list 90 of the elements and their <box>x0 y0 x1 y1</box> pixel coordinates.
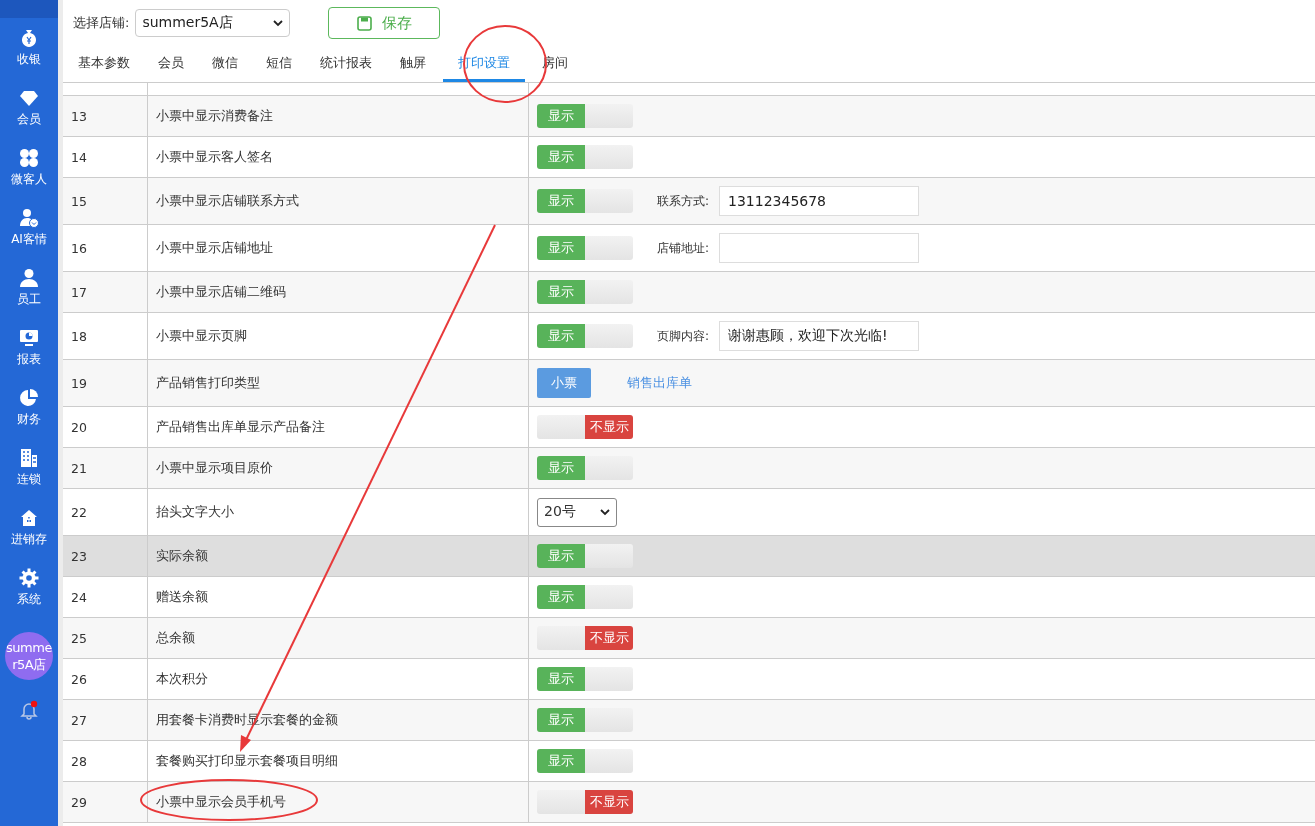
setting-name: 小票中显示店铺二维码 <box>148 272 529 312</box>
chevron-down-icon <box>600 508 610 516</box>
input-field[interactable]: 谢谢惠顾，欢迎下次光临! <box>719 321 920 351</box>
person-heart-icon <box>19 208 39 228</box>
toggle-switch[interactable]: 显示 <box>537 236 633 260</box>
setting-name: 小票中显示项目原价 <box>148 448 529 488</box>
sidebar-item[interactable]: 报表 <box>0 318 58 378</box>
setting-name: 小票中显示会员手机号 <box>148 782 529 822</box>
field-label: 联系方式: <box>657 192 710 210</box>
setting-name: 抬头文字大小 <box>148 489 529 535</box>
row-number: 13 <box>63 96 148 136</box>
setting-name: 产品销售打印类型 <box>148 360 529 406</box>
toggle-switch[interactable]: 显示 <box>537 544 633 568</box>
row-number: 18 <box>63 313 148 359</box>
four-circles-icon <box>19 148 39 168</box>
diamond-icon <box>19 88 39 108</box>
row-number: 21 <box>63 448 148 488</box>
setting-name: 产品销售出库单显示产品备注 <box>148 407 529 447</box>
toggle-switch[interactable]: 显示 <box>537 189 633 213</box>
row-number: 22 <box>63 489 148 535</box>
money-bag-icon <box>19 28 39 48</box>
sidebar-item[interactable]: 微客人 <box>0 138 58 198</box>
row-number: 25 <box>63 618 148 658</box>
sidebar-item[interactable]: 连锁 <box>0 438 58 498</box>
field-label: 页脚内容: <box>657 327 710 345</box>
row-number: 16 <box>63 225 148 271</box>
row-number: 19 <box>63 360 148 406</box>
row-number: 26 <box>63 659 148 699</box>
settings-tab[interactable]: 统计报表 <box>309 46 383 82</box>
save-button[interactable]: 保存 <box>328 7 441 39</box>
row-number: 27 <box>63 700 148 740</box>
settings-tab[interactable]: 会员 <box>147 46 195 82</box>
toggle-switch[interactable]: 显示 <box>537 145 633 169</box>
input-field[interactable] <box>719 233 920 263</box>
row-number: 14 <box>63 137 148 177</box>
setting-name: 小票中显示店铺地址 <box>148 225 529 271</box>
chevron-down-icon <box>273 19 284 27</box>
toggle-switch[interactable]: 显示 <box>537 585 633 609</box>
option-button[interactable]: 小票 <box>537 368 591 398</box>
sidebar-item[interactable]: 进销存 <box>0 498 58 558</box>
toggle-switch[interactable]: 显示 <box>537 104 633 128</box>
row-number: 28 <box>63 741 148 781</box>
pie-chart-icon <box>19 388 39 408</box>
field-label: 店铺地址: <box>657 239 710 257</box>
row-number: 20 <box>63 407 148 447</box>
monitor-chart-icon <box>19 328 39 348</box>
sidebar-item[interactable]: 会员 <box>0 78 58 138</box>
settings-tab[interactable]: 微信 <box>201 46 249 82</box>
row-number: 15 <box>63 178 148 224</box>
row-number: 24 <box>63 577 148 617</box>
setting-name: 总余额 <box>148 618 529 658</box>
house-icon <box>19 508 39 528</box>
sidebar-item[interactable]: 财务 <box>0 378 58 438</box>
bell-icon[interactable] <box>19 700 39 720</box>
toggle-switch[interactable]: 不显示 <box>537 790 633 814</box>
settings-tab[interactable]: 触屏 <box>389 46 437 82</box>
setting-name: 小票中显示页脚 <box>148 313 529 359</box>
setting-name: 实际余额 <box>148 536 529 576</box>
setting-name: 赠送余额 <box>148 577 529 617</box>
toggle-switch[interactable]: 显示 <box>537 749 633 773</box>
toggle-switch[interactable]: 不显示 <box>537 415 633 439</box>
sidebar-item[interactable]: 收银 <box>0 18 58 78</box>
toggle-switch[interactable]: 显示 <box>537 667 633 691</box>
store-label: 选择店铺: <box>73 14 130 32</box>
option-button[interactable]: 销售出库单 <box>615 368 704 398</box>
setting-name: 小票中显示店铺联系方式 <box>148 178 529 224</box>
settings-tab[interactable]: 基本参数 <box>67 46 141 82</box>
sidebar-header <box>0 0 58 18</box>
sidebar-item[interactable]: 员工 <box>0 258 58 318</box>
toggle-switch[interactable]: 显示 <box>537 280 633 304</box>
toggle-switch[interactable]: 不显示 <box>537 626 633 650</box>
store-avatar[interactable]: summer5A店 <box>5 632 53 680</box>
settings-icon <box>19 568 39 588</box>
sidebar-item[interactable]: 系统 <box>0 558 58 618</box>
row-number: 23 <box>63 536 148 576</box>
person-icon <box>19 268 39 288</box>
building-icon <box>19 448 39 468</box>
setting-name: 小票中显示客人签名 <box>148 137 529 177</box>
toggle-switch[interactable]: 显示 <box>537 456 633 480</box>
size-dropdown[interactable]: 20号 <box>537 497 617 527</box>
store-dropdown[interactable]: summer5A店 <box>135 9 291 37</box>
input-field[interactable]: 13112345678 <box>719 186 920 216</box>
settings-tab[interactable]: 短信 <box>255 46 303 82</box>
setting-name: 小票中显示消费备注 <box>148 96 529 136</box>
sidebar-item[interactable]: AI客情 <box>0 198 58 258</box>
row-number: 29 <box>63 782 148 822</box>
row-number: 17 <box>63 272 148 312</box>
toggle-switch[interactable]: 显示 <box>537 324 633 348</box>
toggle-switch[interactable]: 显示 <box>537 708 633 732</box>
setting-name: 本次积分 <box>148 659 529 699</box>
